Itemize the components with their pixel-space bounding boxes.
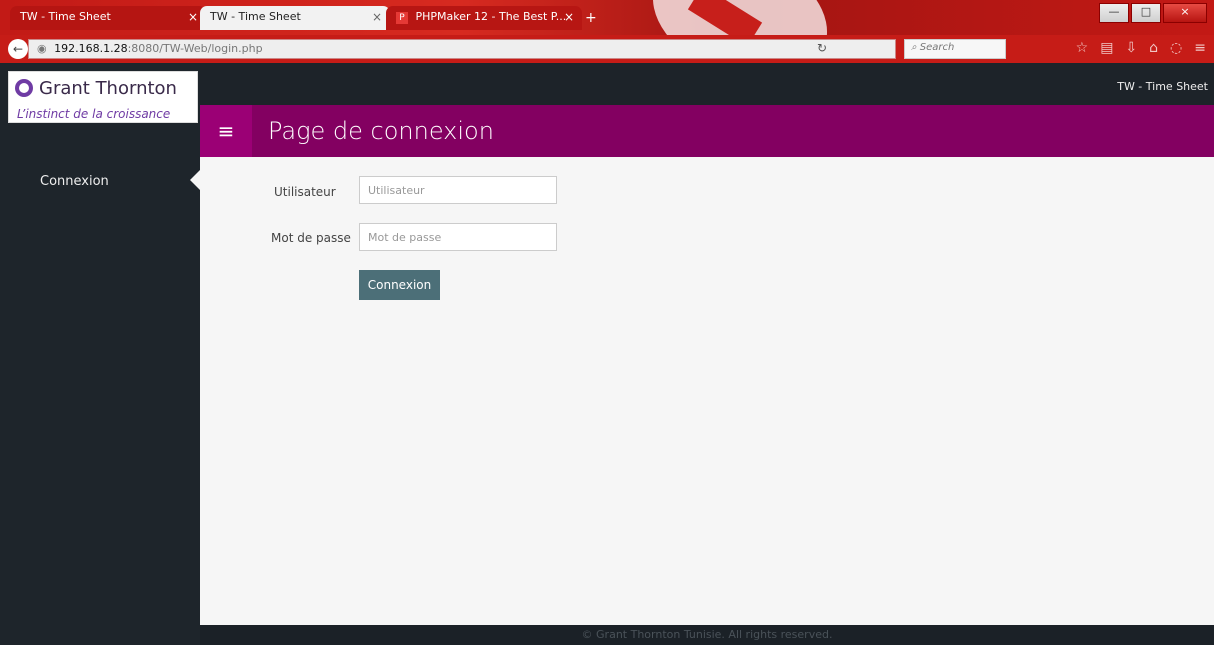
web-page: Grant Thornton L’instinct de la croissan… bbox=[0, 63, 1214, 645]
password-input[interactable] bbox=[359, 223, 557, 251]
left-sidebar: Grant Thornton L’instinct de la croissan… bbox=[0, 63, 200, 645]
window-controls: — □ × bbox=[1099, 3, 1207, 23]
menu-icon[interactable]: ≡ bbox=[1194, 40, 1206, 56]
url-host: 192.168.1.28 bbox=[54, 42, 128, 55]
tab-title: PHPMaker 12 - The Best P... bbox=[415, 10, 567, 23]
back-arrow-icon[interactable]: ← bbox=[8, 39, 28, 59]
browser-search-box[interactable]: ⌕ Search bbox=[904, 39, 1006, 59]
bookmarks-icon[interactable]: ▤ bbox=[1100, 40, 1113, 56]
app-title: TW - Time Sheet bbox=[1117, 80, 1208, 93]
username-input[interactable] bbox=[359, 176, 557, 204]
sync-icon[interactable]: ◌ bbox=[1170, 40, 1182, 56]
password-label: Mot de passe bbox=[271, 231, 351, 245]
home-icon[interactable]: ⌂ bbox=[1149, 40, 1158, 56]
tab-title: TW - Time Sheet bbox=[210, 10, 301, 23]
login-button[interactable]: Connexion bbox=[359, 270, 440, 300]
browser-tab-phpmaker[interactable]: P PHPMaker 12 - The Best P... × bbox=[386, 6, 582, 30]
tab-title: TW - Time Sheet bbox=[20, 10, 111, 23]
url-path: :8080/TW-Web/login.php bbox=[127, 42, 263, 55]
new-tab-button[interactable]: + bbox=[585, 10, 597, 26]
company-logo: Grant Thornton L’instinct de la croissan… bbox=[8, 71, 198, 123]
browser-tab-strip: TW - Time Sheet × TW - Time Sheet × P PH… bbox=[0, 0, 1214, 35]
brand-name: Grant Thornton bbox=[39, 78, 177, 99]
browser-tab-time-sheet-active[interactable]: TW - Time Sheet × bbox=[200, 6, 390, 30]
address-bar[interactable]: ◉ 192.168.1.28:8080/TW-Web/login.php ↻ bbox=[28, 39, 896, 59]
username-label: Utilisateur bbox=[274, 185, 336, 199]
tab-close-icon[interactable]: × bbox=[188, 10, 198, 24]
search-placeholder: Search bbox=[919, 42, 955, 53]
download-icon[interactable]: ⇩ bbox=[1125, 40, 1137, 56]
main-content: ≡ Page de connexion Utilisateur Mot de p… bbox=[200, 105, 1214, 625]
close-window-icon[interactable]: × bbox=[1163, 3, 1207, 23]
brand-tagline: L’instinct de la croissance bbox=[17, 107, 171, 121]
tab-close-icon[interactable]: × bbox=[564, 10, 574, 24]
footer: © Grant Thornton Tunisie. All rights res… bbox=[200, 625, 1214, 645]
browser-tab-time-sheet-1[interactable]: TW - Time Sheet × bbox=[10, 6, 206, 30]
page-title: Page de connexion bbox=[268, 117, 494, 145]
maximize-icon[interactable]: □ bbox=[1131, 3, 1161, 23]
hamburger-icon[interactable]: ≡ bbox=[200, 105, 252, 157]
sidebar-item-connexion[interactable]: Connexion bbox=[40, 174, 109, 189]
star-icon[interactable]: ☆ bbox=[1076, 40, 1089, 56]
minimize-icon[interactable]: — bbox=[1099, 3, 1129, 23]
page-header: ≡ Page de connexion bbox=[200, 105, 1214, 157]
browser-toolbar-icons: ☆ ▤ ⇩ ⌂ ◌ ≡ bbox=[1076, 40, 1206, 56]
site-info-icon[interactable]: ◉ bbox=[37, 42, 47, 55]
browser-navigation-bar: ← ◉ 192.168.1.28:8080/TW-Web/login.php ↻… bbox=[0, 35, 1214, 63]
active-item-arrow-icon bbox=[190, 170, 200, 190]
logo-circle-icon bbox=[15, 79, 33, 97]
tab-close-icon[interactable]: × bbox=[372, 10, 382, 24]
search-icon: ⌕ bbox=[911, 42, 917, 53]
phpmaker-icon: P bbox=[396, 12, 408, 24]
reload-icon[interactable]: ↻ bbox=[817, 41, 827, 55]
top-bar: TW - Time Sheet bbox=[200, 63, 1214, 105]
